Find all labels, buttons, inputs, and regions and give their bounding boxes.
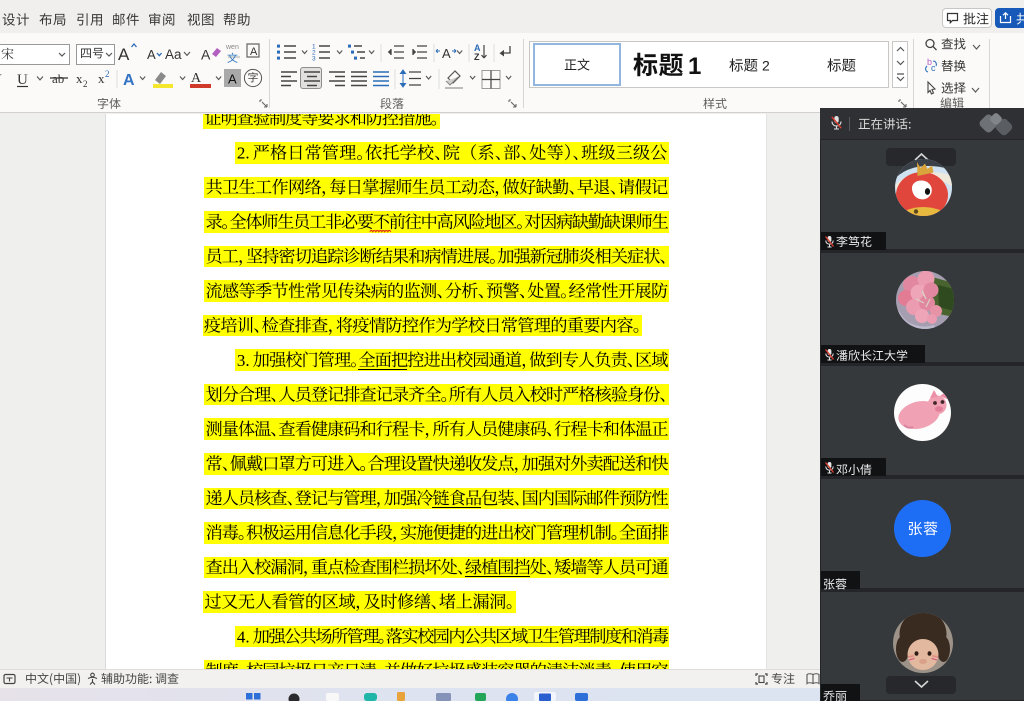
svg-text:Z: Z [474, 52, 480, 62]
svg-text:U: U [17, 72, 28, 88]
svg-text:3: 3 [312, 56, 316, 63]
svg-text:A: A [442, 46, 451, 61]
svg-text:c: c [931, 63, 936, 73]
svg-text:A: A [250, 46, 258, 58]
svg-text:A: A [123, 72, 135, 89]
svg-text:A: A [228, 72, 237, 87]
svg-text:A: A [118, 45, 130, 64]
svg-text:2: 2 [105, 69, 110, 79]
svg-text:A: A [201, 47, 211, 63]
svg-text:x: x [98, 71, 105, 86]
svg-text:A: A [191, 71, 202, 86]
svg-text:x: x [76, 71, 83, 86]
svg-text:2: 2 [83, 79, 88, 89]
svg-text:Aa: Aa [165, 47, 182, 62]
svg-text:A: A [147, 47, 156, 62]
svg-text:I: I [0, 72, 2, 88]
